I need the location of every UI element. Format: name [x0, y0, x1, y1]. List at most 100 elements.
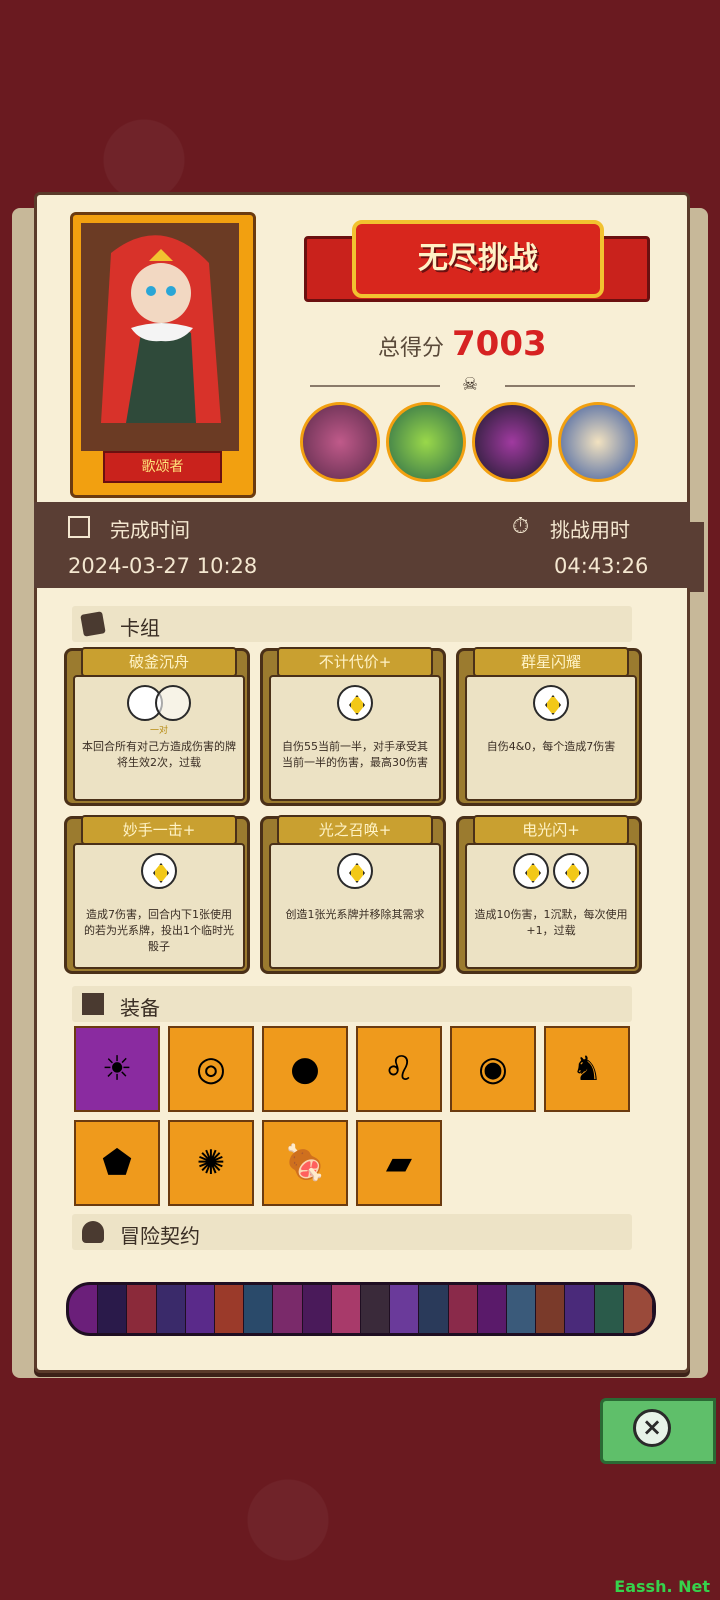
box-icon: [82, 993, 104, 1015]
deck-card[interactable]: 光之召唤+ 创造1张光系牌并移除其需求: [260, 815, 446, 974]
boss-avatar[interactable]: [386, 402, 466, 482]
skull-icon: ☠: [462, 374, 479, 395]
ring-icon: ◎: [196, 1049, 226, 1089]
card-description: 自伤55当前一半，对手承受其当前一半的伤害，最高30伤害: [282, 740, 428, 769]
duration-value: 04:43:26: [554, 554, 649, 578]
deck-card[interactable]: 群星闪耀自伤4&0，每个造成7伤害: [456, 647, 642, 806]
contract-strip[interactable]: [66, 1282, 656, 1336]
equipment-slot[interactable]: ♞: [544, 1026, 630, 1112]
boss-avatars: [300, 402, 650, 486]
close-button[interactable]: ×: [600, 1398, 716, 1464]
contract-icon: [419, 1285, 449, 1333]
card-cost: [467, 853, 635, 889]
boss-avatar[interactable]: [300, 402, 380, 482]
challenge-title: 无尽挑战: [352, 220, 604, 298]
light-dice-icon: [533, 685, 569, 721]
side-tab: [690, 522, 704, 592]
light-dice-icon: [513, 853, 549, 889]
deck-card[interactable]: 妙手一击+ 造成7伤害，回合内下1张使用的若为光系牌，投出1个临时光骰子: [64, 815, 250, 974]
duration-label: 挑战用时: [550, 518, 630, 542]
contract-icon: [361, 1285, 391, 1333]
card-title: 群星闪耀: [473, 647, 629, 677]
hero-name: 歌颂者: [103, 451, 222, 483]
equipment-title: 装备: [120, 996, 160, 1020]
equipment-slot[interactable]: ☀: [74, 1026, 160, 1112]
contract-icon: [623, 1285, 653, 1333]
equipment-slot[interactable]: ◉: [450, 1026, 536, 1112]
contract-section-header: 冒险契约: [72, 1214, 632, 1250]
contract-icon: [565, 1285, 595, 1333]
equipment-slot[interactable]: ◎: [168, 1026, 254, 1112]
card-cost: [75, 685, 243, 721]
contract-icon: [98, 1285, 128, 1333]
card-cost: [271, 853, 439, 889]
lion-ring-icon: ♌: [383, 1049, 415, 1089]
info-bar: 完成时间 2024-03-27 10:28 ⏱ 挑战用时 04:43:26: [34, 502, 704, 592]
contract-icon: [302, 1285, 332, 1333]
calendar-icon: [68, 516, 90, 538]
hero-portrait-card[interactable]: 歌颂者: [70, 212, 256, 498]
card-body: 造成7伤害，回合内下1张使用的若为光系牌，投出1个临时光骰子: [73, 843, 245, 969]
light-dice-icon: [553, 853, 589, 889]
card-body: 自伤4&0，每个造成7伤害: [465, 675, 637, 801]
contract-icon: [536, 1285, 566, 1333]
card-description: 自伤4&0，每个造成7伤害: [486, 740, 616, 753]
dark-cape-icon: ♞: [571, 1049, 603, 1089]
card-cost: [467, 685, 635, 721]
equipment-slot[interactable]: 🍖: [262, 1120, 348, 1206]
equipment-slot[interactable]: ⬟: [74, 1120, 160, 1206]
equipment-slot[interactable]: ●: [262, 1026, 348, 1112]
card-title: 妙手一击+: [81, 815, 237, 845]
card-title: 电光闪+: [473, 815, 629, 845]
stopwatch-icon: ⏱: [512, 514, 530, 539]
light-dice-icon: [141, 853, 177, 889]
score-label: 总得分: [378, 336, 445, 361]
card-title: 光之召唤+: [277, 815, 433, 845]
card-body: 自伤55当前一半，对手承受其当前一半的伤害，最高30伤害: [269, 675, 441, 801]
equipment-section-header: 装备: [72, 986, 632, 1022]
total-score: 总得分 7003: [378, 324, 547, 364]
card-body: 创造1张光系牌并移除其需求: [269, 843, 441, 969]
card-description: 造成7伤害，回合内下1张使用的若为光系牌，投出1个临时光骰子: [84, 908, 234, 953]
contract-icon: [273, 1285, 303, 1333]
meat-icon: 🍖: [283, 1143, 327, 1183]
card-sublabel: 一对: [149, 726, 168, 736]
contract-icon: [448, 1285, 478, 1333]
deck-card[interactable]: 不计代价+ 自伤55当前一半，对手承受其当前一半的伤害，最高30伤害: [260, 647, 446, 806]
deck-card[interactable]: 电光闪+ 造成10伤害，1沉默，每次使用+1，过载: [456, 815, 642, 974]
boss-avatar[interactable]: [558, 402, 638, 482]
contract-icon: [127, 1285, 157, 1333]
contract-icon: [331, 1285, 362, 1333]
card-title: 破釜沉舟: [81, 647, 237, 677]
complete-time-value: 2024-03-27 10:28: [68, 554, 258, 578]
card-cost: [271, 685, 439, 721]
person-icon: [82, 1221, 104, 1243]
contract-icon: [594, 1285, 624, 1333]
equipment-slot[interactable]: ▰: [356, 1120, 442, 1206]
card-body: 造成10伤害，1沉默，每次使用+1，过载: [465, 843, 637, 969]
close-icon: ×: [633, 1409, 671, 1447]
card-body: 一对 本回合所有对己方造成伤害的牌将生效2次，过载: [73, 675, 245, 801]
red-plate-icon: ◉: [478, 1049, 508, 1089]
contract-icon: [156, 1285, 186, 1333]
title-banner: 无尽挑战: [296, 216, 652, 316]
deck-section-header: 卡组: [72, 606, 632, 642]
blue-pebbles-icon: ●: [290, 1049, 320, 1089]
equipment-slot[interactable]: ♌: [356, 1026, 442, 1112]
boss-avatar[interactable]: [472, 402, 552, 482]
watermark: Eassh. Net: [614, 1577, 710, 1596]
light-dice-icon: [337, 853, 373, 889]
card-description: 造成10伤害，1沉默，每次使用+1，过载: [474, 908, 628, 937]
complete-time-label: 完成时间: [110, 518, 190, 542]
contract-icon: [507, 1285, 537, 1333]
deck-card[interactable]: 破釜沉舟 一对 本回合所有对己方造成伤害的牌将生效2次，过载: [64, 647, 250, 806]
light-dice-icon: [337, 685, 373, 721]
contract-icon: [477, 1285, 508, 1333]
blue-orb-key-icon: ✺: [196, 1143, 226, 1183]
pair-icon: [127, 685, 191, 721]
card-title: 不计代价+: [277, 647, 433, 677]
hero-image: [81, 223, 239, 451]
boss-divider: ☠: [290, 374, 660, 396]
equipment-slot[interactable]: ✺: [168, 1120, 254, 1206]
score-value: 7003: [452, 324, 547, 364]
